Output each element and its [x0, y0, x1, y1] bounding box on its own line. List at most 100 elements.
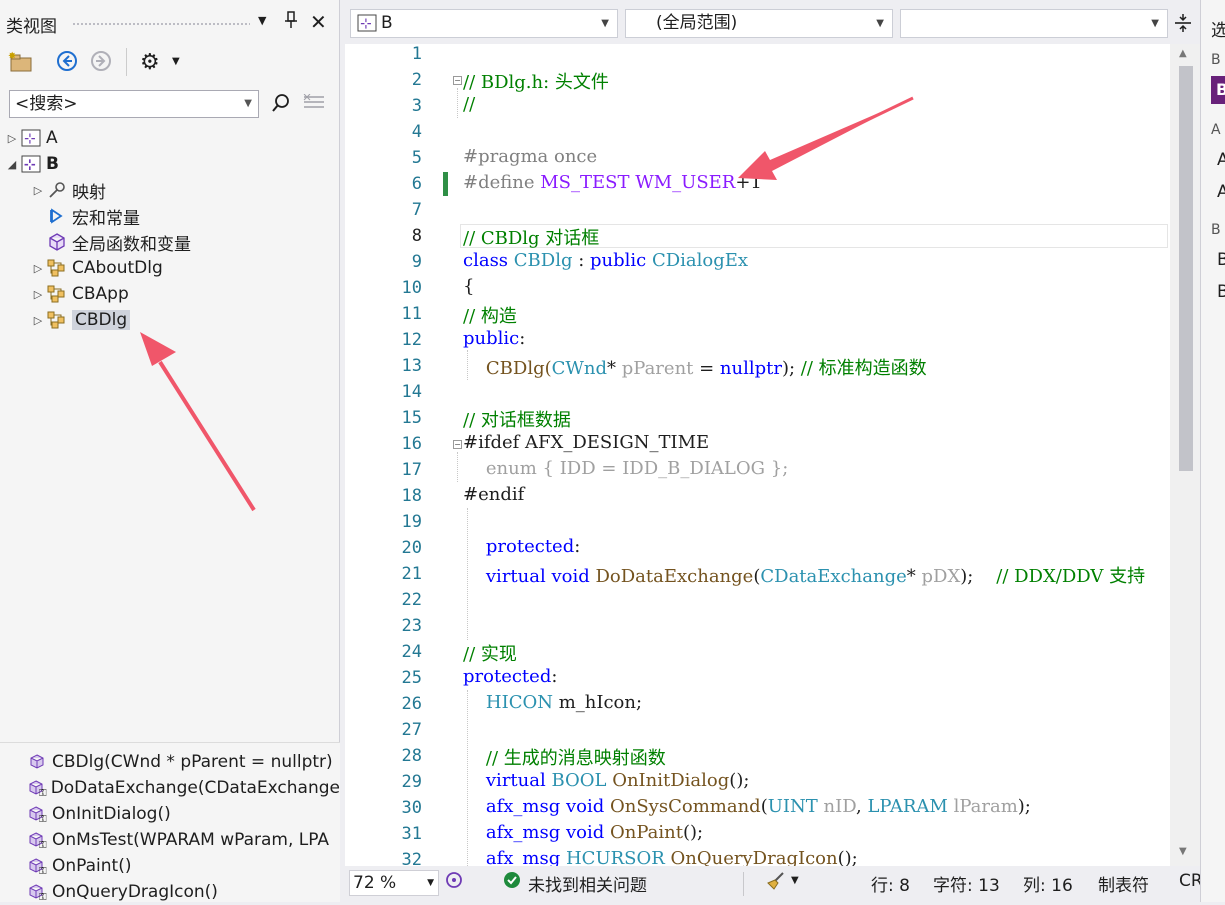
window-position-dropdown-icon[interactable]: ▼: [258, 14, 266, 27]
expand-arrow-icon[interactable]: ▷: [30, 262, 46, 275]
svg-text:⊹: ⊹: [24, 131, 36, 147]
right-panel-item[interactable]: A: [1217, 182, 1225, 202]
fold-collapse-icon[interactable]: −: [453, 440, 462, 449]
zoom-combo[interactable]: 72 % ▼: [349, 870, 439, 896]
member-item[interactable]: ⚿ OnInitDialog(): [28, 801, 340, 827]
code-line: public:: [463, 328, 526, 349]
right-panel-item: A: [1211, 122, 1221, 138]
settings-dropdown-icon[interactable]: ▼: [172, 56, 180, 67]
code-line: // 实现: [463, 644, 517, 665]
tree-item-cbdlg[interactable]: ▷ CBDlg: [30, 307, 131, 333]
code-area[interactable]: // BDlg.h: 头文件 // #pragma once #define M…: [463, 44, 1170, 866]
column-indicator[interactable]: 列: 16: [1023, 871, 1073, 896]
line-number: 9: [411, 252, 422, 272]
forward-icon[interactable]: [90, 50, 112, 72]
method-icon: [28, 753, 52, 771]
split-window-icon[interactable]: [1174, 12, 1192, 34]
issues-status[interactable]: 未找到相关问题: [528, 871, 647, 896]
scroll-up-icon[interactable]: ▲: [1179, 48, 1187, 59]
indent-mode-indicator[interactable]: 制表符: [1098, 871, 1149, 896]
line-number: 24: [401, 642, 422, 662]
tree-item-project-a[interactable]: ▷ ⊹ A: [4, 125, 58, 151]
collapse-arrow-icon[interactable]: ◢: [4, 158, 20, 171]
right-panel-item[interactable]: A: [1217, 150, 1225, 170]
project-icon: ⊹: [20, 154, 42, 174]
right-panel-item[interactable]: B: [1217, 282, 1225, 302]
expand-arrow-icon[interactable]: ▷: [30, 184, 46, 197]
project-combo[interactable]: ⊹ B ▼: [350, 9, 618, 38]
editor-navigation-bar: ⊹ B ▼ (全局范围) ▼ ▼: [345, 0, 1200, 44]
member-item[interactable]: ⚿ OnQueryDragIcon(): [28, 879, 340, 905]
panel-drag-grip[interactable]: [72, 22, 250, 27]
close-icon[interactable]: ✕: [310, 10, 327, 34]
scope-combo[interactable]: (全局范围) ▼: [625, 9, 893, 38]
line-number: 29: [401, 772, 422, 792]
code-line: // 生成的消息映射函数: [463, 748, 666, 769]
scroll-down-icon[interactable]: ▼: [1179, 846, 1187, 857]
fold-collapse-icon[interactable]: −: [453, 76, 462, 85]
code-line: enum { IDD = IDD_B_DIALOG };: [463, 458, 789, 479]
protected-method-icon: ⚿: [28, 857, 52, 875]
line-number: 27: [401, 720, 422, 740]
chevron-down-icon: ▼: [427, 878, 434, 888]
code-cleanup-broom-icon[interactable]: [765, 871, 787, 896]
member-item[interactable]: ⚿ OnMsTest(WPARAM wParam, LPA: [28, 827, 340, 853]
project-icon: ⊹: [357, 14, 377, 32]
project-icon: ⊹: [20, 128, 42, 148]
member-item[interactable]: CBDlg(CWnd * pParent = nullptr): [28, 749, 340, 775]
right-side-panel: 选 B B A A A B B B: [1200, 0, 1225, 902]
right-panel-item: B: [1211, 52, 1221, 68]
vertical-scrollbar[interactable]: ▲ ▼: [1170, 44, 1200, 866]
settings-gear-icon[interactable]: ⚙: [140, 50, 160, 75]
editor-status-bar: 72 % ▼ 未找到相关问题 ▼ 行: 8 字符: 13 列: 16 制表符 C…: [345, 866, 1203, 902]
tree-item-label: 全局函数和变量: [72, 234, 191, 255]
line-number: 22: [401, 590, 422, 610]
fold-guide: [457, 452, 458, 482]
tree-item-global-functions[interactable]: 全局函数和变量: [46, 229, 191, 255]
tree-item-label: B: [46, 154, 59, 174]
expand-arrow-icon[interactable]: ▷: [4, 132, 20, 145]
right-panel-item[interactable]: B: [1217, 250, 1225, 270]
member-combo[interactable]: ▼: [900, 9, 1168, 38]
chevron-down-icon[interactable]: ▼: [791, 875, 799, 886]
class-members-list: CBDlg(CWnd * pParent = nullptr) ⚿ DoData…: [0, 742, 340, 902]
search-icon[interactable]: [270, 92, 292, 114]
search-dropdown-icon[interactable]: ▼: [244, 91, 252, 117]
line-indicator[interactable]: 行: 8: [871, 871, 910, 896]
code-line: protected:: [463, 666, 558, 687]
member-item[interactable]: ⚿ OnPaint(): [28, 853, 340, 879]
protected-method-icon: ⚿: [28, 831, 52, 849]
key-icon: [46, 180, 68, 200]
protected-method-icon: ⚿: [28, 779, 51, 797]
tree-item-cbapp[interactable]: ▷ CBApp: [30, 281, 129, 307]
class-view-title: 类视图: [6, 17, 57, 37]
code-line: virtual void DoDataExchange(CDataExchang…: [463, 566, 1146, 587]
tree-item-project-b[interactable]: ◢ ⊹ B: [4, 151, 59, 177]
pin-icon[interactable]: [284, 11, 298, 29]
expand-arrow-icon[interactable]: ▷: [30, 288, 46, 301]
code-line: // CBDlg 对话框: [463, 228, 600, 249]
line-number: 26: [401, 694, 422, 714]
member-item[interactable]: ⚿ DoDataExchange(CDataExchange: [28, 775, 340, 801]
code-line: HICON m_hIcon;: [463, 692, 643, 713]
protected-method-icon: ⚿: [28, 883, 52, 901]
code-line: // BDlg.h: 头文件: [463, 72, 609, 93]
intellicode-icon[interactable]: [445, 871, 463, 896]
tree-item-caboutdlg[interactable]: ▷ CAboutDlg: [30, 255, 163, 281]
char-indicator[interactable]: 字符: 13: [933, 871, 1000, 896]
tree-item-label: CAboutDlg: [72, 258, 163, 278]
line-number-gutter: 1 2 3 4 5 6 7 8 9 10 11 12 13 14 15 16 17 18 19 20 21 22 23 24 2…: [345, 44, 435, 870]
tree-item-macros-constants[interactable]: 宏和常量: [46, 203, 140, 229]
right-panel-selected-item[interactable]: B: [1211, 76, 1225, 104]
back-icon[interactable]: [56, 50, 78, 72]
code-line: CBDlg(CWnd* pParent = nullptr); // 标准构造函…: [463, 358, 927, 379]
new-folder-icon[interactable]: ✸: [8, 50, 34, 74]
tree-item-maps[interactable]: ▷ 映射: [30, 177, 106, 203]
class-icon: [46, 310, 68, 330]
class-view-search-input[interactable]: <搜索> ▼: [9, 90, 259, 118]
scrollbar-thumb[interactable]: [1179, 66, 1193, 471]
clear-search-icon[interactable]: [302, 94, 326, 112]
line-number: 20: [401, 538, 422, 558]
line-number: 4: [411, 122, 422, 142]
expand-arrow-icon[interactable]: ▷: [30, 314, 46, 327]
